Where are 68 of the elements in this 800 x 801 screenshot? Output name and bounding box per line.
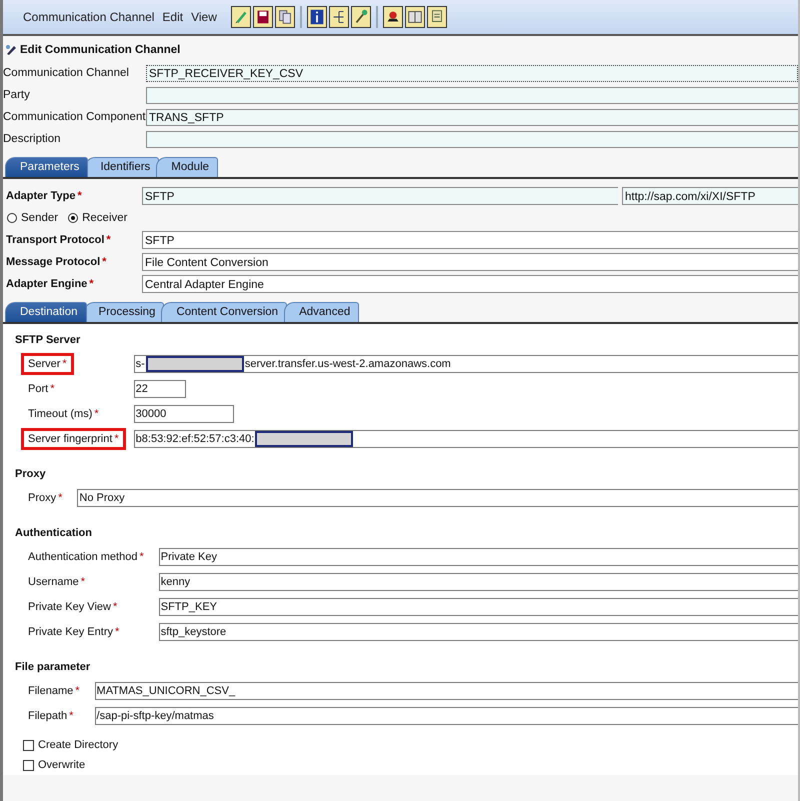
input-field[interactable]: sftp_keystore bbox=[158, 623, 798, 641]
field-label: Private Key View * bbox=[27, 600, 118, 615]
field-label: Communication Component bbox=[3, 111, 146, 123]
tab[interactable]: Module bbox=[156, 157, 218, 177]
menu-item[interactable]: Communication Channel bbox=[19, 8, 158, 26]
input-field[interactable] bbox=[146, 86, 798, 104]
tab[interactable]: Destination bbox=[5, 302, 87, 322]
input-field[interactable]: b8:53:92:ef:52:57:c3:40: bbox=[134, 430, 798, 448]
info-icon[interactable] bbox=[306, 6, 327, 28]
section-heading: SFTP Server bbox=[15, 333, 82, 348]
field-label: Party bbox=[3, 89, 31, 101]
highlighted-label: Server * bbox=[21, 353, 74, 375]
input-field[interactable]: No Proxy bbox=[77, 489, 798, 507]
checkbox-label: Overwrite bbox=[38, 759, 86, 771]
field-label: Filepath * bbox=[27, 709, 74, 724]
field-label: Communication Channel bbox=[3, 67, 130, 79]
highlighted-label: Server fingerprint * bbox=[21, 428, 126, 450]
pencil-icon[interactable] bbox=[230, 6, 251, 28]
menu-item[interactable]: Edit bbox=[158, 8, 188, 26]
radio-label: Receiver bbox=[82, 212, 128, 224]
field-label: Filename * bbox=[27, 684, 81, 699]
tab[interactable]: Content Conversion bbox=[161, 302, 288, 322]
input-field[interactable]: 30000 bbox=[134, 405, 234, 423]
section-heading: Authentication bbox=[15, 526, 93, 541]
section-heading: Proxy bbox=[15, 467, 47, 482]
input-field[interactable]: Private Key bbox=[158, 548, 798, 566]
input-field[interactable]: SFTP bbox=[142, 187, 618, 205]
input-field[interactable]: s- server.transfer.us-west-2.amazonaws.com bbox=[134, 355, 798, 373]
input-field[interactable]: SFTP_KEY bbox=[158, 598, 798, 616]
field-label: Private Key Entry * bbox=[27, 625, 120, 640]
checkbox-label: Create Directory bbox=[38, 739, 118, 751]
field-label: Username * bbox=[27, 575, 86, 590]
input-field[interactable]: Central Adapter Engine bbox=[142, 275, 798, 293]
input-field[interactable]: SFTP_RECEIVER_KEY_CSV bbox=[146, 64, 798, 82]
radio-label: Sender bbox=[21, 212, 58, 224]
input-field[interactable]: 22 bbox=[134, 380, 186, 398]
field-label: Proxy * bbox=[27, 491, 64, 506]
tab[interactable]: Advanced bbox=[284, 302, 360, 322]
field-label: Port * bbox=[27, 382, 56, 397]
field-label: Authentication method * bbox=[27, 550, 145, 565]
input-field[interactable]: SFTP bbox=[142, 231, 798, 249]
field-label: Adapter Type * bbox=[6, 190, 83, 202]
book-icon[interactable] bbox=[404, 6, 425, 28]
input-field[interactable]: TRANS_SFTP bbox=[146, 108, 798, 126]
namespace-field[interactable]: http://sap.com/xi/XI/SFTP bbox=[622, 187, 798, 205]
input-field[interactable]: /sap-pi-sftp-key/matmas bbox=[94, 707, 798, 725]
tab[interactable]: Identifiers bbox=[85, 157, 160, 177]
input-field[interactable] bbox=[146, 130, 798, 148]
wand-icon[interactable] bbox=[350, 6, 371, 28]
checkbox[interactable] bbox=[23, 740, 34, 750]
input-field[interactable]: MATMAS_UNICORN_CSV_ bbox=[94, 682, 798, 700]
field-label: Transport Protocol * bbox=[6, 234, 112, 246]
form-title: Edit Communication Channel bbox=[20, 44, 180, 56]
edit-icon bbox=[5, 44, 17, 56]
field-label: Adapter Engine * bbox=[6, 278, 95, 290]
input-field[interactable]: File Content Conversion bbox=[142, 253, 798, 271]
field-label: Description bbox=[3, 133, 62, 145]
checkbox[interactable] bbox=[23, 760, 34, 770]
field-label: Message Protocol * bbox=[6, 256, 108, 268]
input-field[interactable]: kenny bbox=[158, 573, 798, 591]
tab[interactable]: Parameters bbox=[5, 157, 88, 177]
field-label: Timeout (ms) * bbox=[27, 407, 100, 422]
floppy-icon[interactable] bbox=[252, 6, 273, 28]
radio-button[interactable] bbox=[68, 213, 78, 223]
menu-item[interactable]: View bbox=[187, 8, 221, 26]
copy-icon[interactable] bbox=[274, 6, 295, 28]
radio-button[interactable] bbox=[7, 213, 17, 223]
section-heading: File parameter bbox=[15, 660, 92, 675]
